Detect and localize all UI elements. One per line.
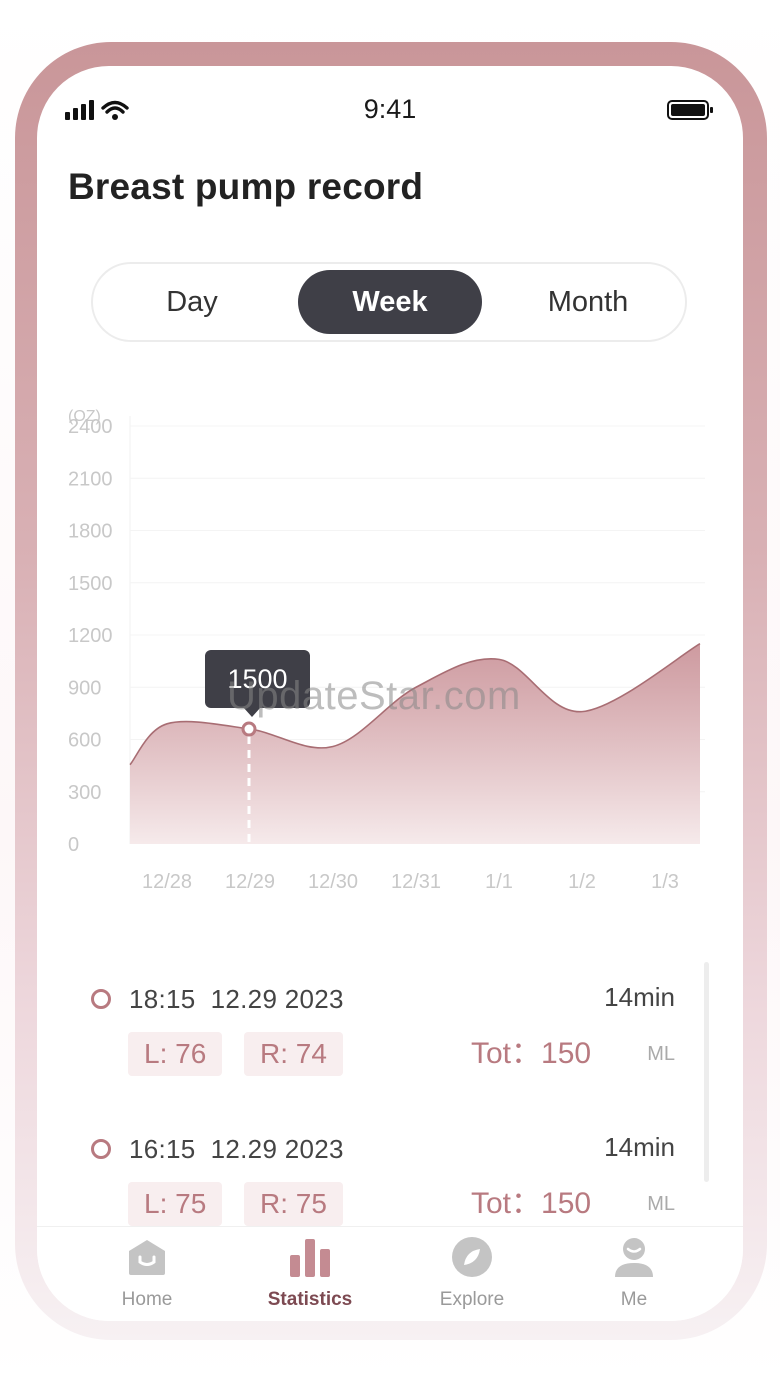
- record-duration: 14min: [604, 1132, 675, 1162]
- page-title: Breast pump record: [68, 166, 424, 207]
- y-tick-label: 300: [68, 782, 101, 804]
- period-segment-control: Day Week Month: [91, 262, 687, 342]
- x-tick-label: 12/30: [308, 871, 358, 893]
- user-icon: [615, 1238, 653, 1277]
- x-tick-label: 12/28: [142, 871, 192, 893]
- record-total: Tot：150: [471, 1037, 592, 1070]
- pump-volume-chart: (OZ)03006009001200150018002100240012/28 1…: [68, 408, 705, 893]
- record-left-badge: L: 75: [128, 1182, 223, 1226]
- record-datetime: 16:15 12.29 2023: [129, 1134, 344, 1164]
- highlight-point: [241, 721, 257, 737]
- bottom-tab-bar: Home Statistics Explore Me: [37, 1226, 743, 1321]
- record-duration: 14min: [604, 982, 675, 1012]
- record-unit: ML: [647, 1193, 675, 1215]
- y-tick-label: 2100: [68, 468, 113, 490]
- battery-icon: [667, 100, 713, 120]
- record-item[interactable]: 16:15 12.29 2023 14min L: 75 R: 75 Tot：1…: [67, 1090, 709, 1240]
- x-tick-label: 1/3: [651, 871, 679, 893]
- y-tick-label: 2400: [68, 416, 113, 438]
- record-item[interactable]: 18:15 12.29 2023 14min L: 76 R: 74 Tot：1…: [67, 940, 709, 1090]
- tab-home[interactable]: Home: [77, 1235, 217, 1311]
- phone-screen: 9:41 Breast pump record Day Week Month (…: [37, 66, 743, 1321]
- tab-explore[interactable]: Explore: [402, 1235, 542, 1311]
- tab-statistics[interactable]: Statistics: [240, 1235, 380, 1311]
- bar-chart-icon: [290, 1239, 330, 1277]
- record-unit: ML: [647, 1043, 675, 1065]
- tab-me-label: Me: [620, 1289, 648, 1310]
- record-right-badge: R: 75: [244, 1182, 343, 1226]
- x-tick-label: 1/2: [568, 871, 596, 893]
- tab-explore-label: Explore: [439, 1289, 505, 1310]
- x-tick-label: 12/29: [225, 871, 275, 893]
- record-total: Tot：150: [471, 1187, 592, 1220]
- y-tick-label: 1200: [68, 625, 113, 647]
- segment-month-button[interactable]: Month: [513, 270, 663, 334]
- x-tick-label: 12/31: [391, 871, 441, 893]
- record-left-badge: L: 76: [128, 1032, 223, 1076]
- segment-week-button[interactable]: Week: [298, 270, 482, 334]
- segment-day-button[interactable]: Day: [117, 270, 267, 334]
- tab-me[interactable]: Me: [564, 1235, 704, 1311]
- record-datetime: 18:15 12.29 2023: [129, 984, 344, 1014]
- x-tick-label: 1/1: [485, 871, 513, 893]
- record-list[interactable]: 18:15 12.29 2023 14min L: 76 R: 74 Tot：1…: [67, 940, 709, 1240]
- record-dot-icon: [91, 989, 111, 1009]
- tab-home-label: Home: [121, 1289, 173, 1310]
- tab-statistics-label: Statistics: [267, 1289, 353, 1310]
- y-tick-label: 1500: [68, 573, 113, 595]
- record-dot-icon: [91, 1139, 111, 1159]
- y-tick-label: 0: [68, 834, 79, 856]
- record-right-badge: R: 74: [244, 1032, 343, 1076]
- watermark-text: UpdateStar.com: [227, 674, 521, 718]
- y-tick-label: 600: [68, 730, 101, 752]
- y-tick-label: 900: [68, 677, 101, 699]
- y-tick-label: 1800: [68, 521, 113, 543]
- status-time: 9:41: [363, 94, 417, 124]
- compass-icon: [452, 1237, 492, 1277]
- home-icon: [129, 1240, 165, 1275]
